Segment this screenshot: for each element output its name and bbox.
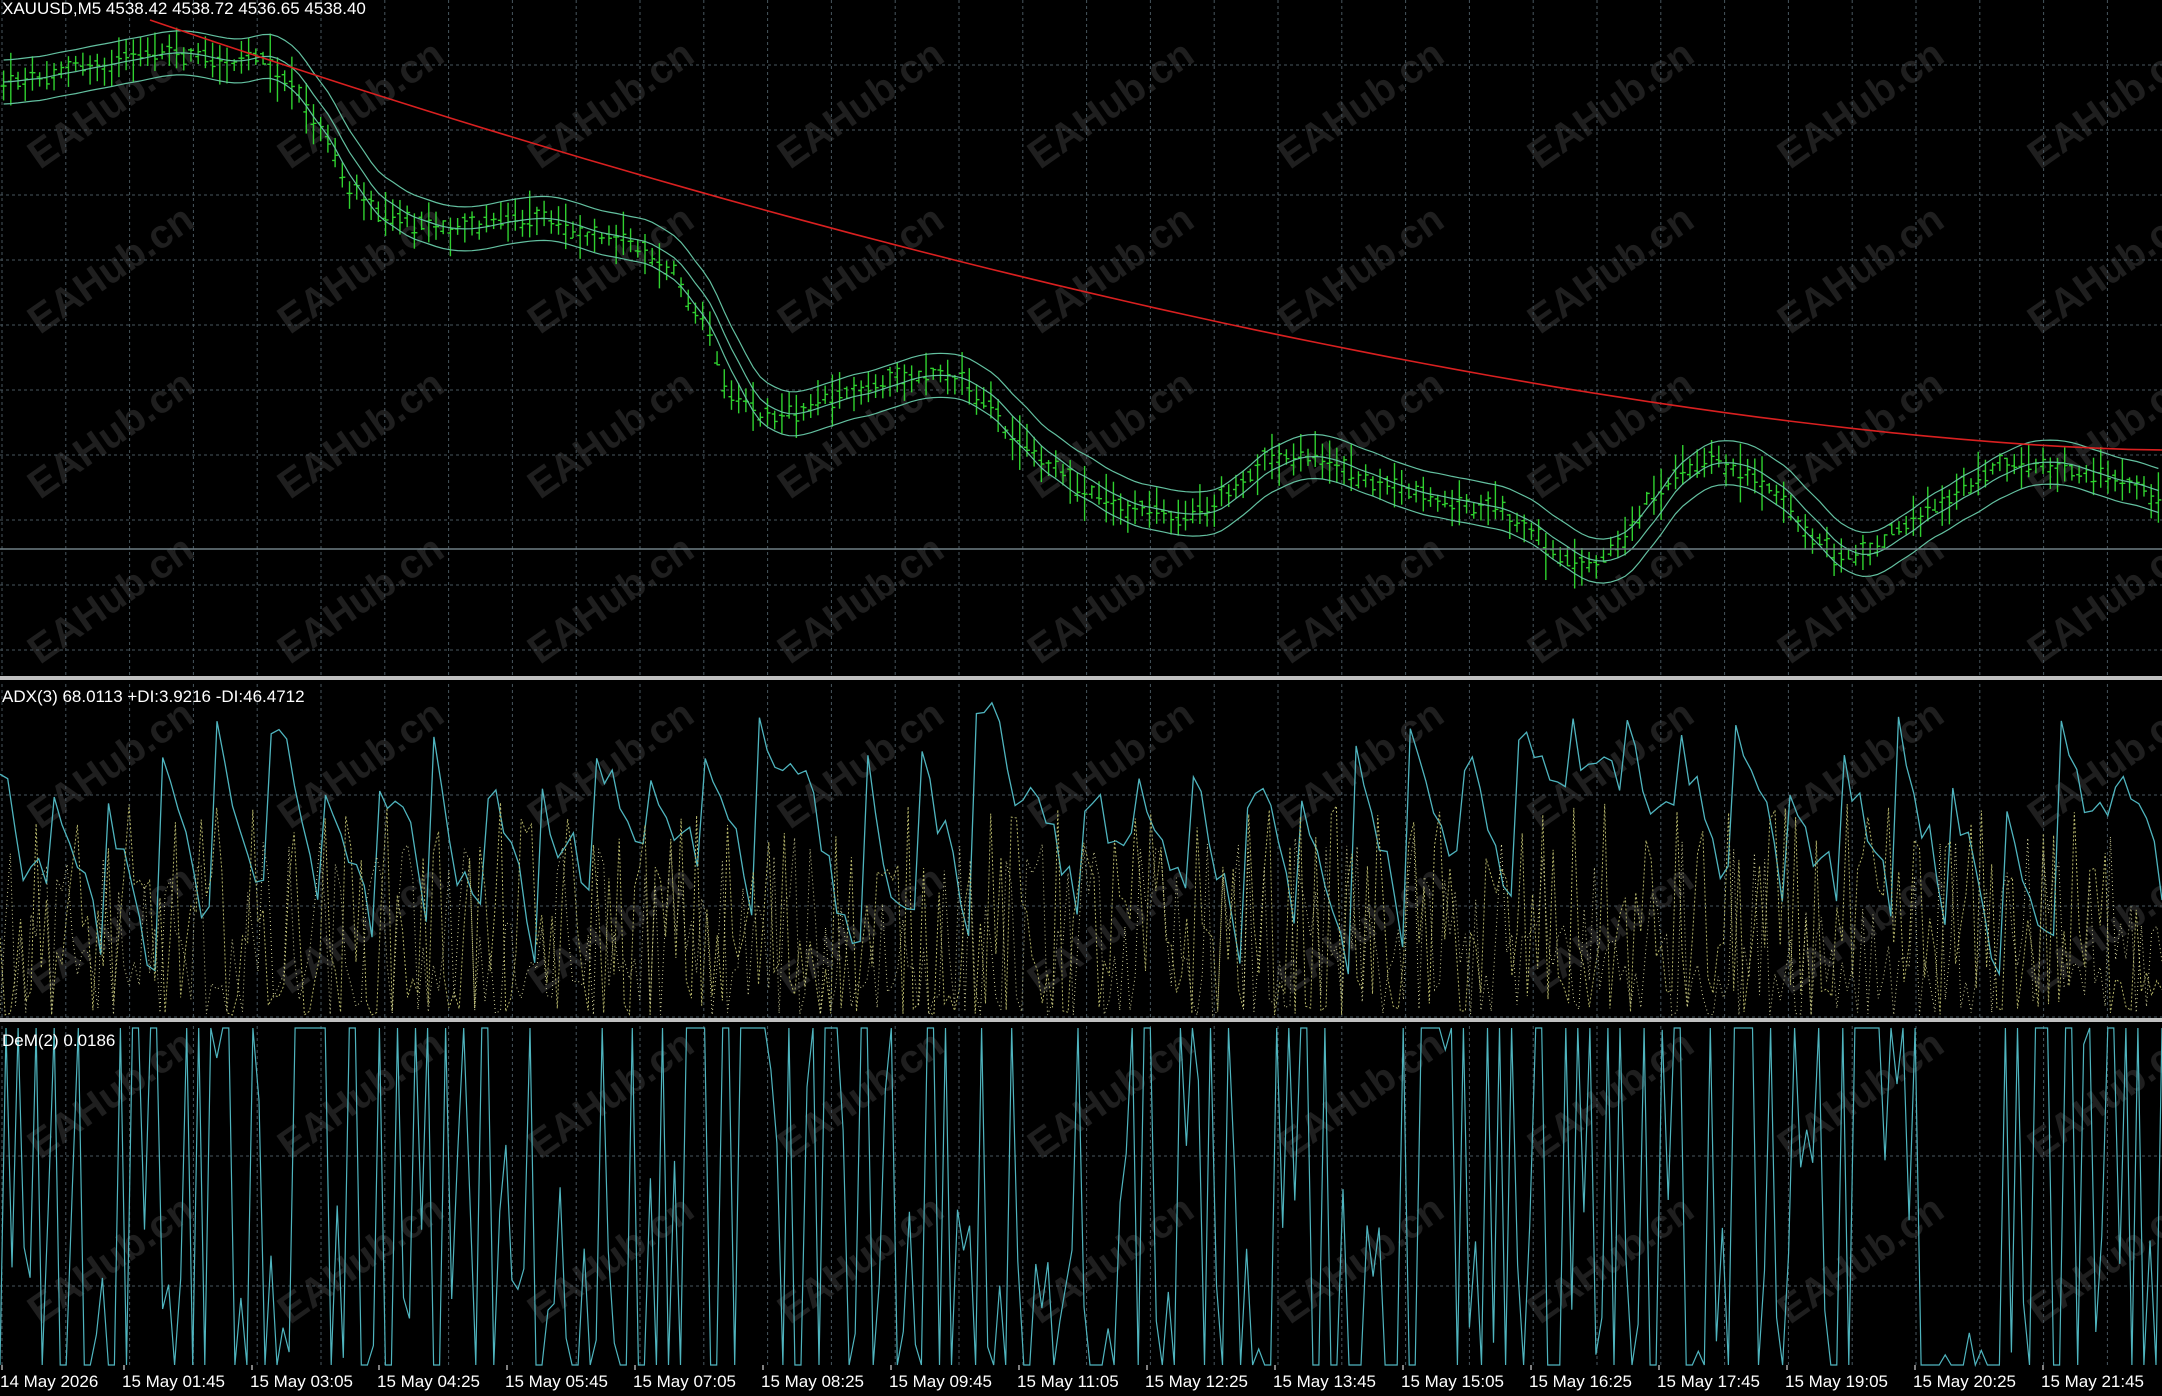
watermark-text: EAHub.cn bbox=[270, 692, 452, 838]
x-axis-tick-label: 15 May 20:25 bbox=[1913, 1372, 2016, 1391]
watermark-text: EAHub.cn bbox=[1770, 362, 1952, 508]
watermark-text: EAHub.cn bbox=[1520, 32, 1702, 178]
watermark-text: EAHub.cn bbox=[1020, 362, 1202, 508]
watermark-text: EAHub.cn bbox=[770, 692, 952, 838]
watermark-text: EAHub.cn bbox=[1020, 692, 1202, 838]
x-axis-tick-label: 15 May 21:45 bbox=[2041, 1372, 2144, 1391]
x-axis-tick-label: 15 May 03:05 bbox=[250, 1372, 353, 1391]
x-axis: 14 May 2026 15 May 01:45 15 May 03:05 15 Ma… bbox=[0, 1365, 2144, 1391]
watermark-text: EAHub.cn bbox=[2020, 32, 2162, 178]
x-axis-tick-label: 15 May 09:45 bbox=[889, 1372, 992, 1391]
x-axis-tick-label: 15 May 04:25 bbox=[377, 1372, 480, 1391]
watermark-text: EAHub.cn bbox=[1520, 1022, 1702, 1168]
chart-canvas[interactable]: EAHub.cn EAHub.cn EAHub.cn EAHub.cn EAHub.cn… bbox=[0, 0, 2162, 1396]
x-axis-tick-label: 15 May 15:05 bbox=[1401, 1372, 1504, 1391]
watermark-text: EAHub.cn bbox=[2020, 692, 2162, 838]
watermark-text: EAHub.cn bbox=[1270, 197, 1452, 343]
watermark-text: EAHub.cn bbox=[270, 857, 452, 1003]
x-axis-tick-label: 15 May 01:45 bbox=[122, 1372, 225, 1391]
watermark-text: EAHub.cn bbox=[20, 197, 202, 343]
demarker-pane[interactable] bbox=[0, 1027, 2162, 1368]
pane-separator-adx-dem[interactable] bbox=[0, 1018, 2162, 1022]
watermark-text: EAHub.cn bbox=[520, 32, 702, 178]
watermark-text: EAHub.cn bbox=[1270, 32, 1452, 178]
watermark-text: EAHub.cn bbox=[2020, 857, 2162, 1003]
pane-separator-price-adx[interactable] bbox=[0, 676, 2162, 680]
x-axis-tick-label: 15 May 13:45 bbox=[1273, 1372, 1376, 1391]
watermark-text: EAHub.cn bbox=[1520, 362, 1702, 508]
x-axis-tick-label: 15 May 11:05 bbox=[1017, 1372, 1119, 1391]
x-axis-tick-label: 15 May 12:25 bbox=[1145, 1372, 1248, 1391]
watermark-text: EAHub.cn bbox=[270, 362, 452, 508]
adx-pane-header: ADX(3) 68.0113 +DI:3.9216 -DI:46.4712 bbox=[2, 687, 305, 706]
watermark-text: EAHub.cn bbox=[270, 32, 452, 178]
x-axis-tick-label: 15 May 16:25 bbox=[1529, 1372, 1632, 1391]
watermark-text: EAHub.cn bbox=[1520, 197, 1702, 343]
watermark-text: EAHub.cn bbox=[1520, 692, 1702, 838]
watermark-text: EAHub.cn bbox=[1020, 32, 1202, 178]
watermark-text: EAHub.cn bbox=[270, 197, 452, 343]
watermark-text: EAHub.cn bbox=[1770, 197, 1952, 343]
trading-chart[interactable]: EAHub.cn EAHub.cn EAHub.cn EAHub.cn EAHub.cn… bbox=[0, 0, 2162, 1396]
watermark-text: EAHub.cn bbox=[1770, 1187, 1952, 1333]
x-axis-tick-label: 15 May 08:25 bbox=[761, 1372, 864, 1391]
watermark-text: EAHub.cn bbox=[20, 1187, 202, 1333]
watermark-text: EAHub.cn bbox=[2020, 362, 2162, 508]
watermark-text: EAHub.cn bbox=[520, 362, 702, 508]
watermark-text: EAHub.cn bbox=[20, 362, 202, 508]
x-axis-tick-label: 14 May 2026 bbox=[0, 1372, 98, 1391]
x-axis-tick-label: 15 May 19:05 bbox=[1785, 1372, 1888, 1391]
watermark-text: EAHub.cn bbox=[1020, 197, 1202, 343]
watermark-text: EAHub.cn bbox=[1270, 692, 1452, 838]
watermark-text: EAHub.cn bbox=[770, 32, 952, 178]
x-axis-tick-label: 15 May 07:05 bbox=[633, 1372, 736, 1391]
watermark-text: EAHub.cn bbox=[1270, 362, 1452, 508]
watermark-text: EAHub.cn bbox=[520, 1022, 702, 1168]
watermark-text: EAHub.cn bbox=[2020, 197, 2162, 343]
watermark-text: EAHub.cn bbox=[1020, 1022, 1202, 1168]
watermark-text: EAHub.cn bbox=[1020, 1187, 1202, 1333]
x-axis-tick-label: 15 May 17:45 bbox=[1657, 1372, 1760, 1391]
watermark-text: EAHub.cn bbox=[1270, 1187, 1452, 1333]
demarker-line bbox=[0, 1027, 2162, 1368]
dem-pane-header: DeM(2) 0.0186 bbox=[2, 1031, 115, 1050]
di-plus-line bbox=[0, 802, 2162, 1016]
watermark-text: EAHub.cn bbox=[1770, 32, 1952, 178]
watermark-text: EAHub.cn bbox=[520, 1187, 702, 1333]
price-pane-header: XAUUSD,M5 4538.42 4538.72 4536.65 4538.4… bbox=[2, 0, 366, 18]
x-axis-tick-label: 15 May 05:45 bbox=[505, 1372, 608, 1391]
